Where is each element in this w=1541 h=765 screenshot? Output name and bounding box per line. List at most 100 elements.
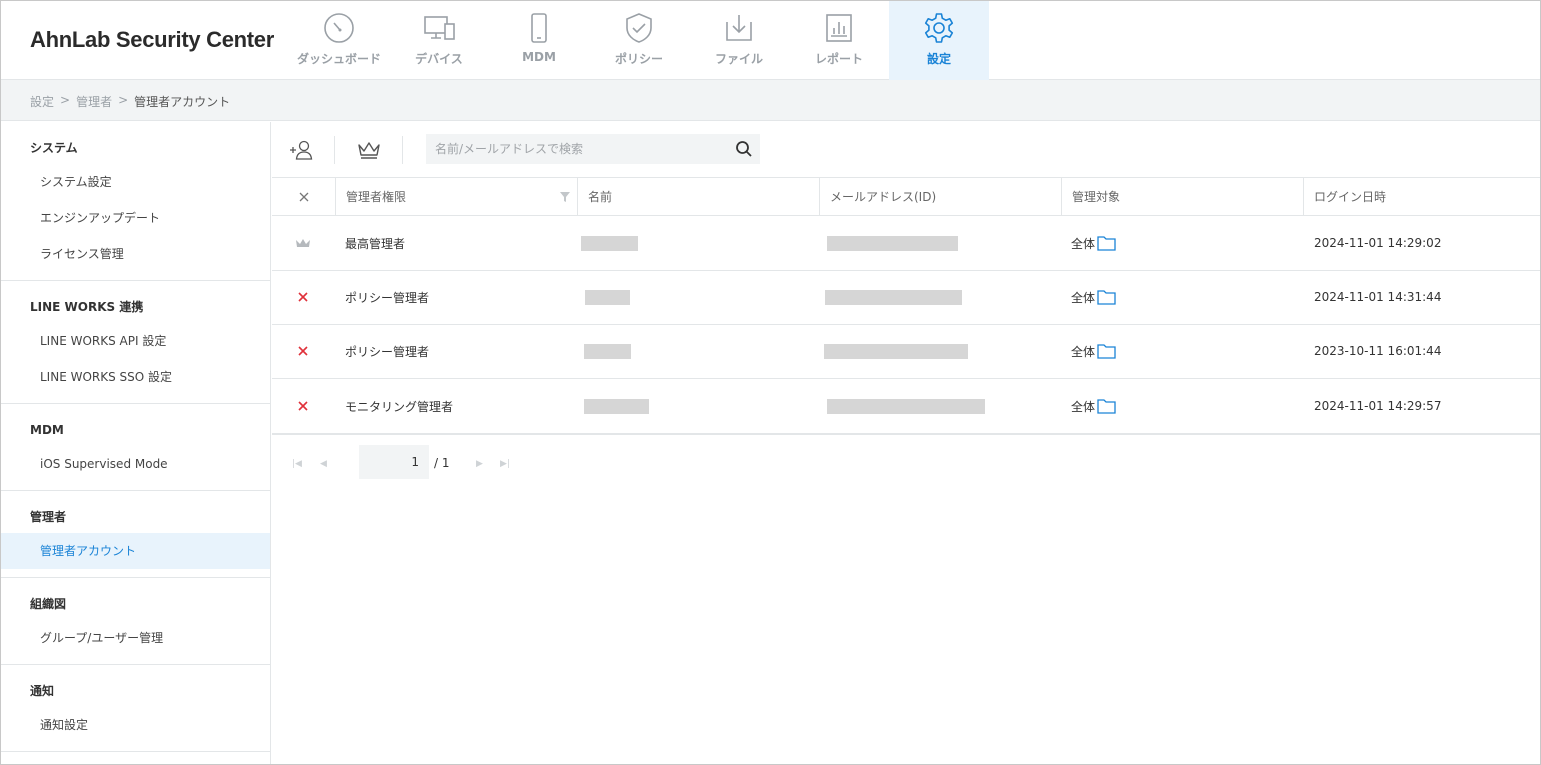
- delete-button[interactable]: [297, 379, 309, 433]
- search-icon[interactable]: [734, 139, 754, 159]
- breadcrumb: 設定 > 管理者 > 管理者アカウント: [30, 93, 230, 110]
- sidebar-item-notify-settings[interactable]: 通知設定: [1, 707, 270, 743]
- page-total: / 1: [434, 456, 450, 470]
- shield-icon: [626, 13, 652, 43]
- select-all-header[interactable]: [272, 178, 335, 216]
- last-page-icon[interactable]: ▶|: [500, 459, 510, 469]
- table-row[interactable]: モニタリング管理者 全体 2024-11-01 14:29:57: [272, 379, 1540, 434]
- nav-dashboard-label: ダッシュボード: [296, 52, 381, 66]
- breadcrumb-item-settings[interactable]: 設定: [30, 93, 54, 110]
- sidebar-section-title: システム: [30, 141, 78, 155]
- pagination: |◀ ◀ / 1 ▶ ▶|: [272, 434, 1540, 488]
- redacted-name: [584, 399, 649, 414]
- redacted-name: [584, 344, 631, 359]
- sidebar-section-lineworks: LINE WORKS 連携 LINE WORKS API 設定 LINE WOR…: [1, 281, 270, 404]
- row-target-label: 全体: [1071, 290, 1096, 305]
- sidebar-item-system-settings[interactable]: システム設定: [1, 164, 270, 200]
- folder-icon[interactable]: [1097, 398, 1116, 414]
- toolbar-divider: [402, 136, 403, 164]
- mobile-icon: [531, 13, 547, 43]
- row-target: 全体: [1071, 216, 1116, 270]
- row-target-label: 全体: [1071, 344, 1096, 359]
- sidebar-item-lineworks-sso[interactable]: LINE WORKS SSO 設定: [1, 359, 270, 395]
- nav-device[interactable]: デバイス: [389, 1, 489, 80]
- filter-icon[interactable]: [559, 191, 571, 203]
- sidebar-section-title: 通知: [30, 684, 55, 698]
- redacted-email: [827, 399, 985, 414]
- row-target: 全体: [1071, 324, 1116, 378]
- sidebar-section-mdm: MDM iOS Supervised Mode: [1, 404, 270, 491]
- breadcrumb-item-admin[interactable]: 管理者: [76, 93, 112, 110]
- sidebar-section-org: 組織図 グループ/ユーザー管理: [1, 578, 270, 665]
- nav-mdm[interactable]: MDM: [489, 1, 589, 80]
- toolbar-divider: [334, 136, 335, 164]
- breadcrumb-separator: >: [118, 93, 129, 107]
- redacted-name: [581, 236, 638, 251]
- folder-icon[interactable]: [1097, 343, 1116, 359]
- row-role: モニタリング管理者: [345, 399, 454, 414]
- column-role[interactable]: 管理者権限: [335, 178, 577, 216]
- nav-settings[interactable]: 設定: [889, 1, 989, 80]
- folder-icon[interactable]: [1097, 235, 1116, 251]
- nav-file[interactable]: ファイル: [689, 1, 789, 80]
- sidebar-item-admin-account[interactable]: 管理者アカウント: [1, 533, 270, 569]
- row-role: 最高管理者: [345, 236, 406, 251]
- sidebar-item-group-user[interactable]: グループ/ユーザー管理: [1, 620, 270, 656]
- search-input[interactable]: [426, 134, 726, 164]
- top-header: AhnLab Security Center ダッシュボード デバイス MDM …: [1, 1, 1540, 80]
- main-nav: ダッシュボード デバイス MDM ポリシー ファイル レポート 設定: [289, 1, 989, 80]
- page-input[interactable]: [359, 445, 429, 479]
- table-row[interactable]: ポリシー管理者 全体 2024-11-01 14:31:44: [272, 270, 1540, 325]
- nav-settings-label: 設定: [926, 52, 951, 66]
- redacted-email: [827, 236, 958, 251]
- nav-report-label: レポート: [814, 52, 863, 66]
- nav-dashboard[interactable]: ダッシュボード: [289, 1, 389, 80]
- breadcrumb-separator: >: [60, 93, 71, 107]
- sidebar-item-license[interactable]: ライセンス管理: [1, 236, 270, 272]
- row-target-label: 全体: [1071, 399, 1096, 414]
- main-content: 管理者権限 名前 メールアドレス(ID) 管理対象 ログイン日時 最高管理者 全…: [272, 122, 1540, 764]
- nav-policy[interactable]: ポリシー: [589, 1, 689, 80]
- nav-file-label: ファイル: [714, 52, 763, 66]
- close-icon: [299, 192, 308, 202]
- sidebar-item-lineworks-api[interactable]: LINE WORKS API 設定: [1, 323, 270, 359]
- row-login: 2024-11-01 14:29:02: [1314, 236, 1442, 250]
- sidebar: システム システム設定 エンジンアップデート ライセンス管理 LINE WORK…: [1, 122, 271, 764]
- row-icon-cell: [295, 216, 311, 270]
- device-icon: [424, 16, 455, 40]
- delete-button[interactable]: [297, 324, 309, 378]
- sidebar-section-title: 組織図: [30, 597, 67, 611]
- table-row[interactable]: ポリシー管理者 全体 2023-10-11 16:01:44: [272, 324, 1540, 379]
- column-target[interactable]: 管理対象: [1061, 178, 1303, 216]
- sidebar-item-ios-supervised[interactable]: iOS Supervised Mode: [1, 446, 270, 482]
- row-login: 2024-11-01 14:29:57: [1314, 399, 1442, 413]
- app-logo[interactable]: AhnLab Security Center: [30, 27, 274, 53]
- column-email[interactable]: メールアドレス(ID): [819, 178, 1061, 216]
- sidebar-section-title: 管理者: [30, 510, 67, 524]
- folder-icon[interactable]: [1097, 289, 1116, 305]
- column-name[interactable]: 名前: [577, 178, 819, 216]
- delete-icon: [298, 292, 308, 302]
- table-row[interactable]: 最高管理者 全体 2024-11-01 14:29:02: [272, 216, 1540, 271]
- delete-button[interactable]: [297, 270, 309, 324]
- column-login[interactable]: ログイン日時: [1303, 178, 1540, 216]
- sidebar-section-title: LINE WORKS 連携: [30, 300, 144, 314]
- next-page-icon[interactable]: ▶: [476, 459, 483, 469]
- report-icon: [826, 14, 852, 42]
- super-admin-button[interactable]: [352, 136, 386, 164]
- nav-policy-label: ポリシー: [614, 52, 663, 66]
- sidebar-section-notify: 通知 通知設定: [1, 665, 270, 752]
- sidebar-section-admin: 管理者 管理者アカウント: [1, 491, 270, 578]
- nav-report[interactable]: レポート: [789, 1, 889, 80]
- crown-icon: [358, 142, 380, 159]
- redacted-name: [585, 290, 630, 305]
- table-header: 管理者権限 名前 メールアドレス(ID) 管理対象 ログイン日時: [272, 178, 1540, 216]
- toolbar: [272, 122, 1540, 178]
- add-admin-button[interactable]: [284, 136, 318, 164]
- prev-page-icon[interactable]: ◀: [320, 459, 327, 469]
- breadcrumb-current: 管理者アカウント: [134, 95, 231, 109]
- row-role: ポリシー管理者: [345, 290, 430, 305]
- sidebar-item-engine-update[interactable]: エンジンアップデート: [1, 200, 270, 236]
- first-page-icon[interactable]: |◀: [292, 459, 302, 469]
- nav-device-label: デバイス: [415, 52, 463, 66]
